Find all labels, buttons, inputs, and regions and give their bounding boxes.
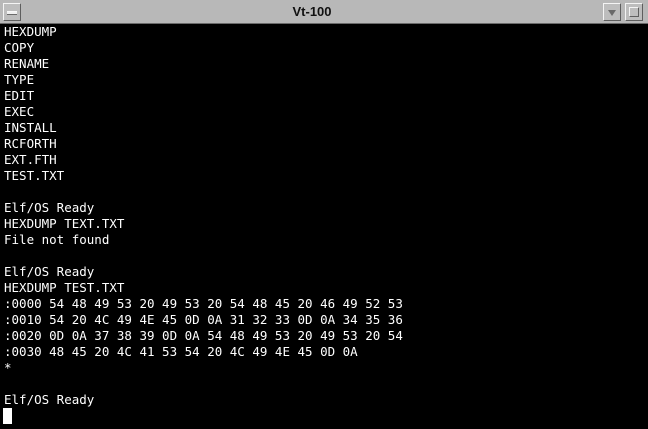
terminal-line: EXEC — [4, 104, 35, 119]
terminal-line: HEXDUMP — [4, 24, 57, 39]
terminal-line: :0020 0D 0A 37 38 39 0D 0A 54 48 49 53 2… — [4, 328, 403, 343]
window-title: Vt-100 — [292, 4, 332, 19]
maximize-button[interactable] — [625, 3, 643, 21]
minimize-button[interactable] — [603, 3, 621, 21]
terminal-line: Elf/OS Ready — [4, 200, 95, 215]
terminal-line: TYPE — [4, 72, 35, 87]
terminal-line: File not found — [4, 232, 110, 247]
terminal-line: HEXDUMP TEXT.TXT — [4, 216, 125, 231]
menu-bar-icon — [7, 11, 17, 15]
terminal-line: COPY — [4, 40, 35, 55]
terminal-line: RENAME — [4, 56, 50, 71]
vt100-window: Vt-100 HEXDUMP COPY RENAME TYPE EDIT EXE… — [0, 0, 648, 429]
terminal-screen[interactable]: HEXDUMP COPY RENAME TYPE EDIT EXEC INSTA… — [0, 24, 648, 429]
terminal-line: EDIT — [4, 88, 35, 103]
text-cursor — [3, 408, 12, 424]
terminal-line: TEST.TXT — [4, 168, 65, 183]
terminal-line: :0010 54 20 4C 49 4E 45 0D 0A 31 32 33 0… — [4, 312, 403, 327]
terminal-line: Elf/OS Ready — [4, 264, 95, 279]
maximize-icon — [629, 7, 639, 17]
terminal-line: * — [4, 360, 12, 375]
terminal-line: HEXDUMP TEST.TXT — [4, 280, 125, 295]
terminal-line: INSTALL — [4, 120, 57, 135]
window-menu-button[interactable] — [3, 3, 21, 21]
title-bar[interactable]: Vt-100 — [0, 0, 648, 24]
terminal-line: :0000 54 48 49 53 20 49 53 20 54 48 45 2… — [4, 296, 403, 311]
minimize-icon — [608, 10, 616, 16]
terminal-line: RCFORTH — [4, 136, 57, 151]
terminal-line: EXT.FTH — [4, 152, 57, 167]
terminal-line: Elf/OS Ready — [4, 392, 95, 407]
terminal-line: :0030 48 45 20 4C 41 53 54 20 4C 49 4E 4… — [4, 344, 358, 359]
